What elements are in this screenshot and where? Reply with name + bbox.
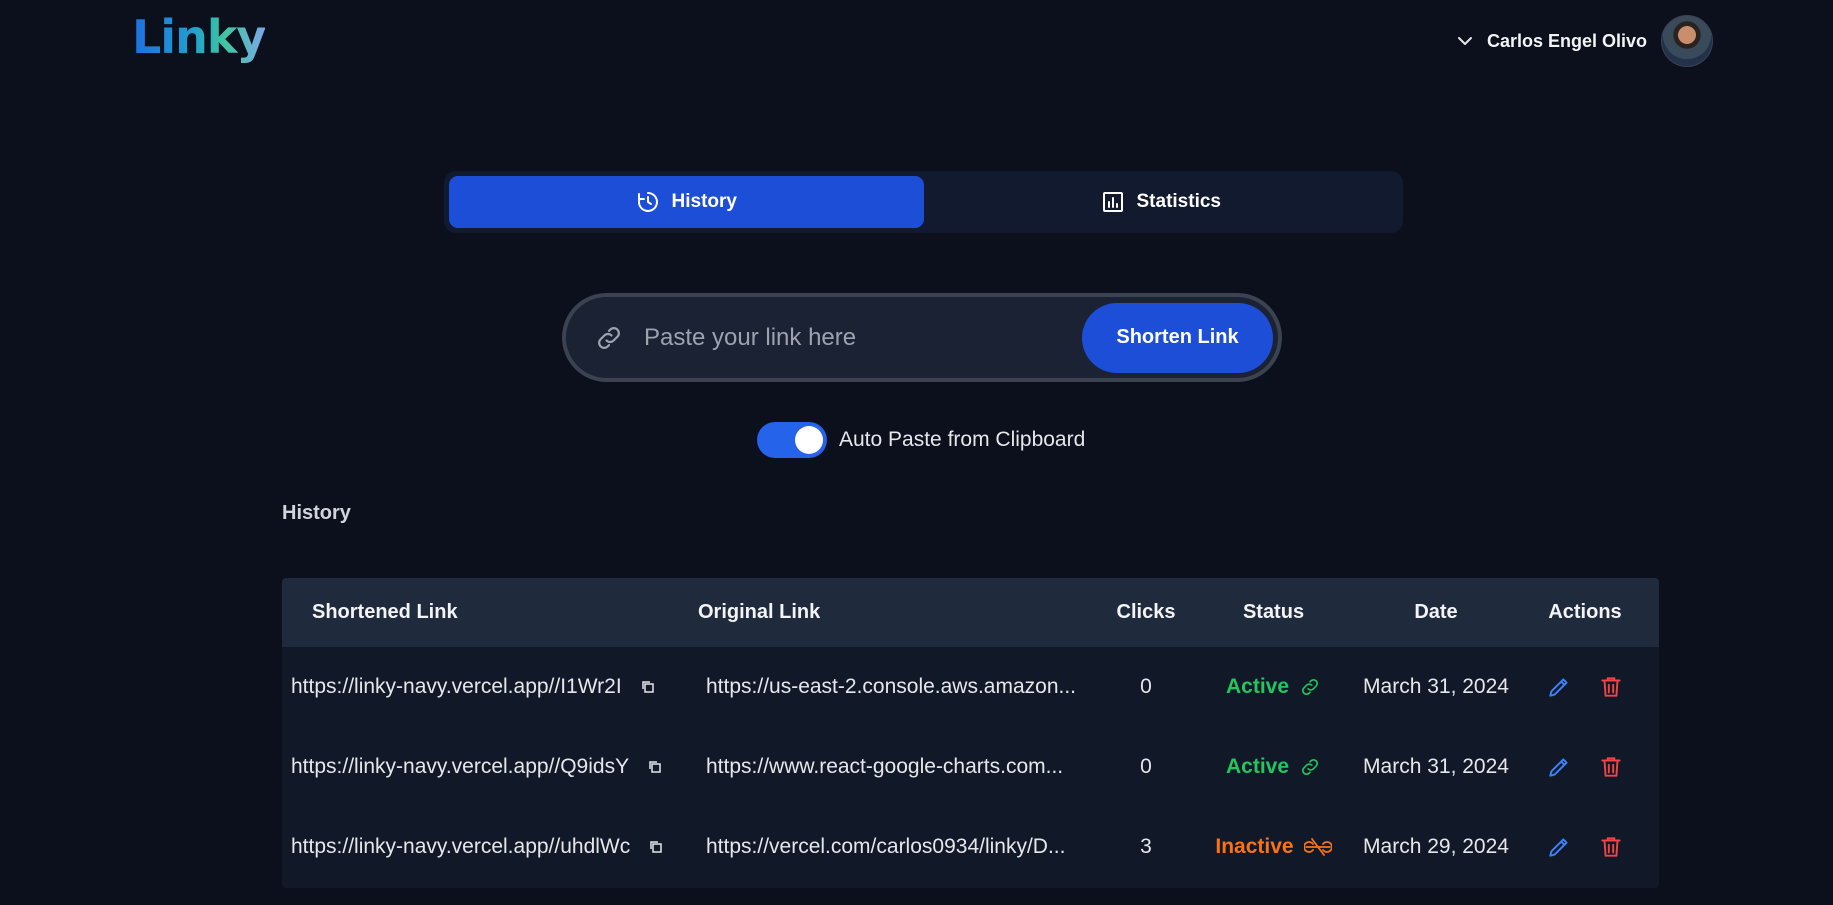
date: March 31, 2024	[1363, 675, 1509, 698]
click-count: 0	[1140, 755, 1152, 778]
original-link[interactable]: https://www.react-google-charts.com...	[688, 755, 1106, 779]
col-actions: Actions	[1548, 601, 1622, 623]
link-icon	[1299, 756, 1321, 778]
broken-link-icon	[1303, 836, 1332, 858]
shorten-form: Shorten Link	[562, 293, 1282, 382]
link-input[interactable]	[644, 323, 1082, 352]
status-badge: Inactive	[1215, 835, 1294, 858]
history-heading: History	[282, 502, 351, 524]
col-date: Date	[1414, 601, 1458, 623]
toggle-knob	[795, 426, 823, 454]
edit-icon[interactable]	[1546, 674, 1572, 700]
history-table: Shortened Link Original Link Clicks Stat…	[282, 578, 1659, 888]
short-link[interactable]: https://linky-navy.vercel.app//Q9idsY	[291, 755, 629, 779]
delete-icon[interactable]	[1598, 674, 1624, 700]
user-menu[interactable]: Carlos Engel Olivo	[1457, 15, 1713, 67]
view-tabs: History Statistics	[444, 171, 1403, 233]
copy-icon[interactable]	[640, 679, 656, 695]
col-status: Status	[1242, 601, 1305, 623]
delete-icon[interactable]	[1598, 834, 1624, 860]
chart-icon	[1101, 190, 1125, 214]
delete-icon[interactable]	[1598, 754, 1624, 780]
col-shortened-link: Shortened Link	[312, 601, 458, 623]
date: March 31, 2024	[1363, 755, 1509, 778]
chevron-down-icon[interactable]	[1457, 33, 1473, 49]
col-original-link: Original Link	[698, 601, 821, 623]
auto-paste-toggle[interactable]	[757, 422, 827, 458]
table-row: https://linky-navy.vercel.app//Q9idsY ht…	[282, 727, 1659, 807]
tab-history-label: History	[671, 191, 737, 212]
short-link[interactable]: https://linky-navy.vercel.app//I1Wr2I	[291, 675, 622, 699]
link-icon	[1299, 676, 1321, 698]
auto-paste-label: Auto Paste from Clipboard	[839, 428, 1086, 451]
table-header: Shortened Link Original Link Clicks Stat…	[282, 578, 1659, 647]
link-icon	[594, 323, 624, 353]
original-link[interactable]: https://vercel.com/carlos0934/linky/D...	[688, 835, 1106, 859]
click-count: 0	[1140, 675, 1152, 698]
click-count: 3	[1140, 835, 1152, 858]
app-logo[interactable]: Linky	[132, 10, 266, 64]
auto-paste-row: Auto Paste from Clipboard	[757, 422, 1085, 458]
tab-history[interactable]: History	[449, 176, 924, 228]
edit-icon[interactable]	[1546, 754, 1572, 780]
table-row: https://linky-navy.vercel.app//I1Wr2I ht…	[282, 647, 1659, 727]
tab-statistics-label: Statistics	[1136, 191, 1221, 212]
edit-icon[interactable]	[1546, 834, 1572, 860]
original-link[interactable]: https://us-east-2.console.aws.amazon...	[688, 675, 1106, 699]
col-clicks: Clicks	[1116, 601, 1176, 623]
date: March 29, 2024	[1363, 835, 1509, 858]
history-icon	[636, 190, 660, 214]
tab-statistics[interactable]: Statistics	[924, 176, 1399, 228]
status-badge: Active	[1225, 755, 1290, 778]
table-row: https://linky-navy.vercel.app//uhdlWc ht…	[282, 807, 1659, 887]
copy-icon[interactable]	[648, 839, 664, 855]
short-link[interactable]: https://linky-navy.vercel.app//uhdlWc	[291, 835, 630, 859]
status-badge: Active	[1225, 675, 1290, 698]
user-name[interactable]: Carlos Engel Olivo	[1487, 31, 1647, 52]
shorten-link-button[interactable]: Shorten Link	[1082, 302, 1273, 373]
avatar[interactable]	[1661, 15, 1713, 67]
copy-icon[interactable]	[647, 759, 663, 775]
